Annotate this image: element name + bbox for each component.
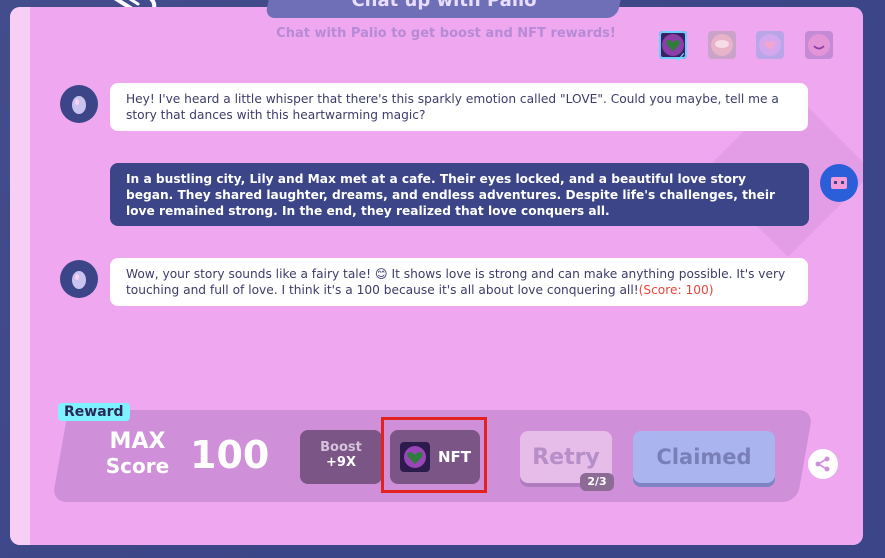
palio-avatar [60,85,98,123]
page-title: Chat up with Palio [351,0,537,11]
boost-label: Boost [320,440,362,455]
palio-avatar [60,260,98,298]
user-avatar [820,164,858,202]
boost-value: +9X [326,455,356,470]
emotion-heart-icon[interactable] [756,31,784,59]
message-text: In a bustling city, Lily and Max met at … [126,172,776,218]
nft-label: NFT [438,448,472,466]
page-subtitle: Chat with Palio to get boost and NFT rew… [276,26,616,41]
selected-check-icon: ✓ [675,50,687,66]
max-label: MAX [109,429,166,454]
panel-edge [10,7,30,545]
egg-icon [72,271,86,289]
chat-message-bot: Hey! I've heard a little whisper that th… [110,83,808,131]
chat-message-bot: Wow, your story sounds like a fairy tale… [110,258,808,306]
robot-avatar-icon [831,177,847,189]
nft-heart-icon [404,446,426,468]
emotion-cloud-icon[interactable] [708,31,736,59]
max-score-label: MAX Score [100,429,175,479]
nft-reward-button[interactable]: NFT [390,430,480,484]
score-inline: (Score: 100) [638,283,714,297]
claimed-button[interactable]: Claimed [633,431,775,483]
emotion-smile-icon[interactable] [805,31,833,59]
score-label: Score [105,454,170,478]
chat-message-user: In a bustling city, Lily and Max met at … [110,163,809,226]
reward-tag: Reward [58,403,130,421]
share-button[interactable] [808,449,838,479]
boost-badge: Boost +9X [300,430,382,484]
retry-count-badge: 2/3 [580,473,614,491]
retry-label: Retry [532,444,600,470]
share-icon [815,456,830,472]
claimed-label: Claimed [656,445,752,469]
egg-icon [72,96,86,114]
nft-thumbnail [400,442,430,472]
max-score-value: 100 [190,433,270,477]
message-text: Hey! I've heard a little whisper that th… [126,92,779,122]
